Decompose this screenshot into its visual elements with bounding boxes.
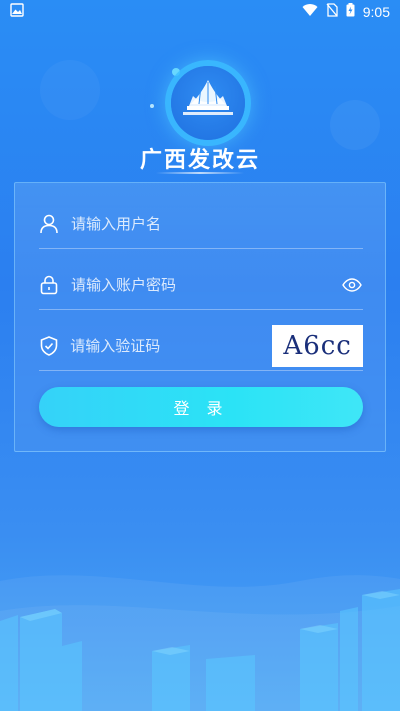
- captcha-field: A6cc: [39, 321, 363, 371]
- wifi-icon: [302, 3, 318, 21]
- status-time: 9:05: [362, 4, 390, 20]
- skyline-decoration: [0, 575, 400, 711]
- captcha-input[interactable]: [70, 330, 265, 361]
- no-sim-icon: [326, 3, 338, 21]
- eye-icon[interactable]: [341, 274, 363, 296]
- app-logo: [165, 60, 251, 146]
- login-button[interactable]: 登 录: [39, 387, 363, 427]
- captcha-image[interactable]: A6cc: [272, 324, 363, 367]
- gallery-icon: [10, 3, 24, 21]
- username-field: [39, 199, 363, 249]
- login-card: A6cc 登 录: [14, 182, 386, 452]
- title-underline: [156, 172, 244, 174]
- lock-icon: [39, 275, 59, 295]
- username-input[interactable]: [71, 208, 363, 239]
- password-input[interactable]: [71, 269, 341, 300]
- app-title: 广西发改云: [139, 148, 260, 173]
- decor-bubble: [40, 60, 100, 120]
- building-logo-icon: [171, 66, 245, 140]
- decor-bubble: [150, 104, 154, 108]
- shield-icon: [39, 335, 58, 356]
- password-field: [39, 260, 363, 310]
- user-icon: [39, 214, 59, 234]
- battery-icon: [346, 3, 355, 21]
- status-bar: 9:05: [0, 0, 400, 24]
